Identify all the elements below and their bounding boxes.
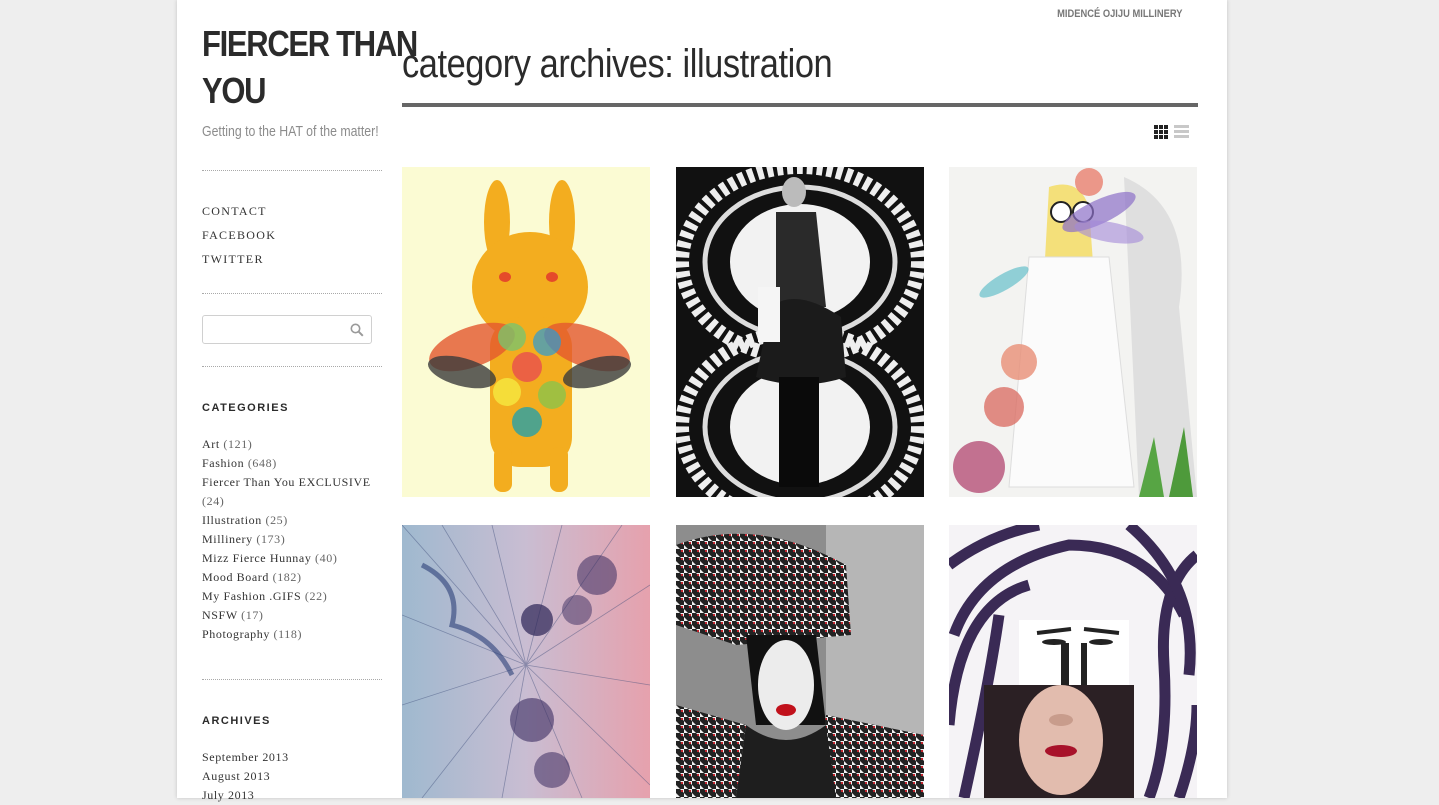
post-thumbnail-hat-collage[interactable] [676,525,924,798]
category-count: (648) [247,456,277,470]
nav-item-facebook[interactable]: FACEBOOK [202,223,276,247]
category-count: (173) [256,532,286,546]
post-thumbnail-bunny[interactable] [402,167,650,497]
sidebar-divider [202,366,382,367]
site-tagline: Getting to the HAT of the matter! [202,123,379,140]
grid-view-icon[interactable] [1154,125,1168,139]
post-thumbnail-floral-collage[interactable] [949,167,1197,497]
category-item[interactable]: Art (121) [202,435,387,454]
title-rule [402,103,1198,107]
category-count: (17) [241,608,264,622]
search-icon[interactable] [350,323,364,337]
view-toggle [1154,125,1189,139]
category-item[interactable]: Illustration (25) [202,511,387,530]
category-item[interactable]: Fashion (648) [202,454,387,473]
floral-collage-image [949,167,1197,497]
sidebar-nav: CONTACT FACEBOOK TWITTER [202,199,276,271]
category-label[interactable]: Art [202,437,220,451]
category-label[interactable]: Millinery [202,532,253,546]
category-item[interactable]: My Fashion .GIFS (22) [202,587,387,606]
category-label[interactable]: Fiercer Than You EXCLUSIVE [202,475,371,489]
category-count: (118) [273,627,303,641]
category-item[interactable]: Fiercer Than You EXCLUSIVE (24) [202,473,387,511]
category-label[interactable]: NSFW [202,608,238,622]
category-label[interactable]: Mood Board [202,570,269,584]
category-item[interactable]: Mood Board (182) [202,568,387,587]
site-title-line-1[interactable]: FIERCER THAN [202,20,418,67]
post-thumbnail-face-collage[interactable] [949,525,1197,798]
nav-item-contact[interactable]: CONTACT [202,199,276,223]
bunny-illustration-image [402,167,650,497]
category-count: (25) [265,513,288,527]
category-label[interactable]: Photography [202,627,270,641]
archive-item[interactable]: September 2013 [202,748,289,767]
ink-smoke-image [402,525,650,798]
search-input[interactable] [202,315,372,344]
category-item[interactable]: Millinery (173) [202,530,387,549]
category-item[interactable]: Mizz Fierce Hunnay (40) [202,549,387,568]
category-label[interactable]: My Fashion .GIFS [202,589,301,603]
sidebar-divider [202,170,382,171]
page-title: category archives: illustration [402,42,833,86]
post-thumbnail-pattern-fashion[interactable] [676,167,924,497]
category-count: (182) [272,570,302,584]
category-count: (121) [223,437,253,451]
archive-item[interactable]: August 2013 [202,767,289,786]
category-item[interactable]: Photography (118) [202,625,387,644]
top-link-millinery[interactable]: MIDENCÉ OJIJU MILLINERY [1057,8,1182,20]
list-view-icon[interactable] [1174,125,1189,139]
archives-heading: ARCHIVES [202,715,271,727]
sidebar-divider [202,679,382,680]
face-collage-image [949,525,1197,798]
categories-heading: CATEGORIES [202,402,289,414]
hat-collage-image [676,525,924,798]
category-count: (24) [202,494,225,508]
category-item[interactable]: NSFW (17) [202,606,387,625]
category-count: (40) [315,551,338,565]
category-label[interactable]: Illustration [202,513,262,527]
site-title[interactable]: FIERCER THAN YOU [202,20,418,114]
archive-item[interactable]: July 2013 [202,786,289,805]
category-label[interactable]: Mizz Fierce Hunnay [202,551,311,565]
pattern-fashion-image [676,167,924,497]
post-thumbnail-ink-smoke[interactable] [402,525,650,798]
nav-item-twitter[interactable]: TWITTER [202,247,276,271]
page-container: FIERCER THAN YOU Getting to the HAT of t… [177,0,1227,802]
category-count: (22) [304,589,328,603]
category-label[interactable]: Fashion [202,456,244,470]
categories-list: Art (121) Fashion (648) Fiercer Than You… [202,435,387,644]
archives-list: September 2013 August 2013 July 2013 [202,748,289,805]
site-title-line-2[interactable]: YOU [202,67,374,114]
sidebar-divider [202,293,382,294]
